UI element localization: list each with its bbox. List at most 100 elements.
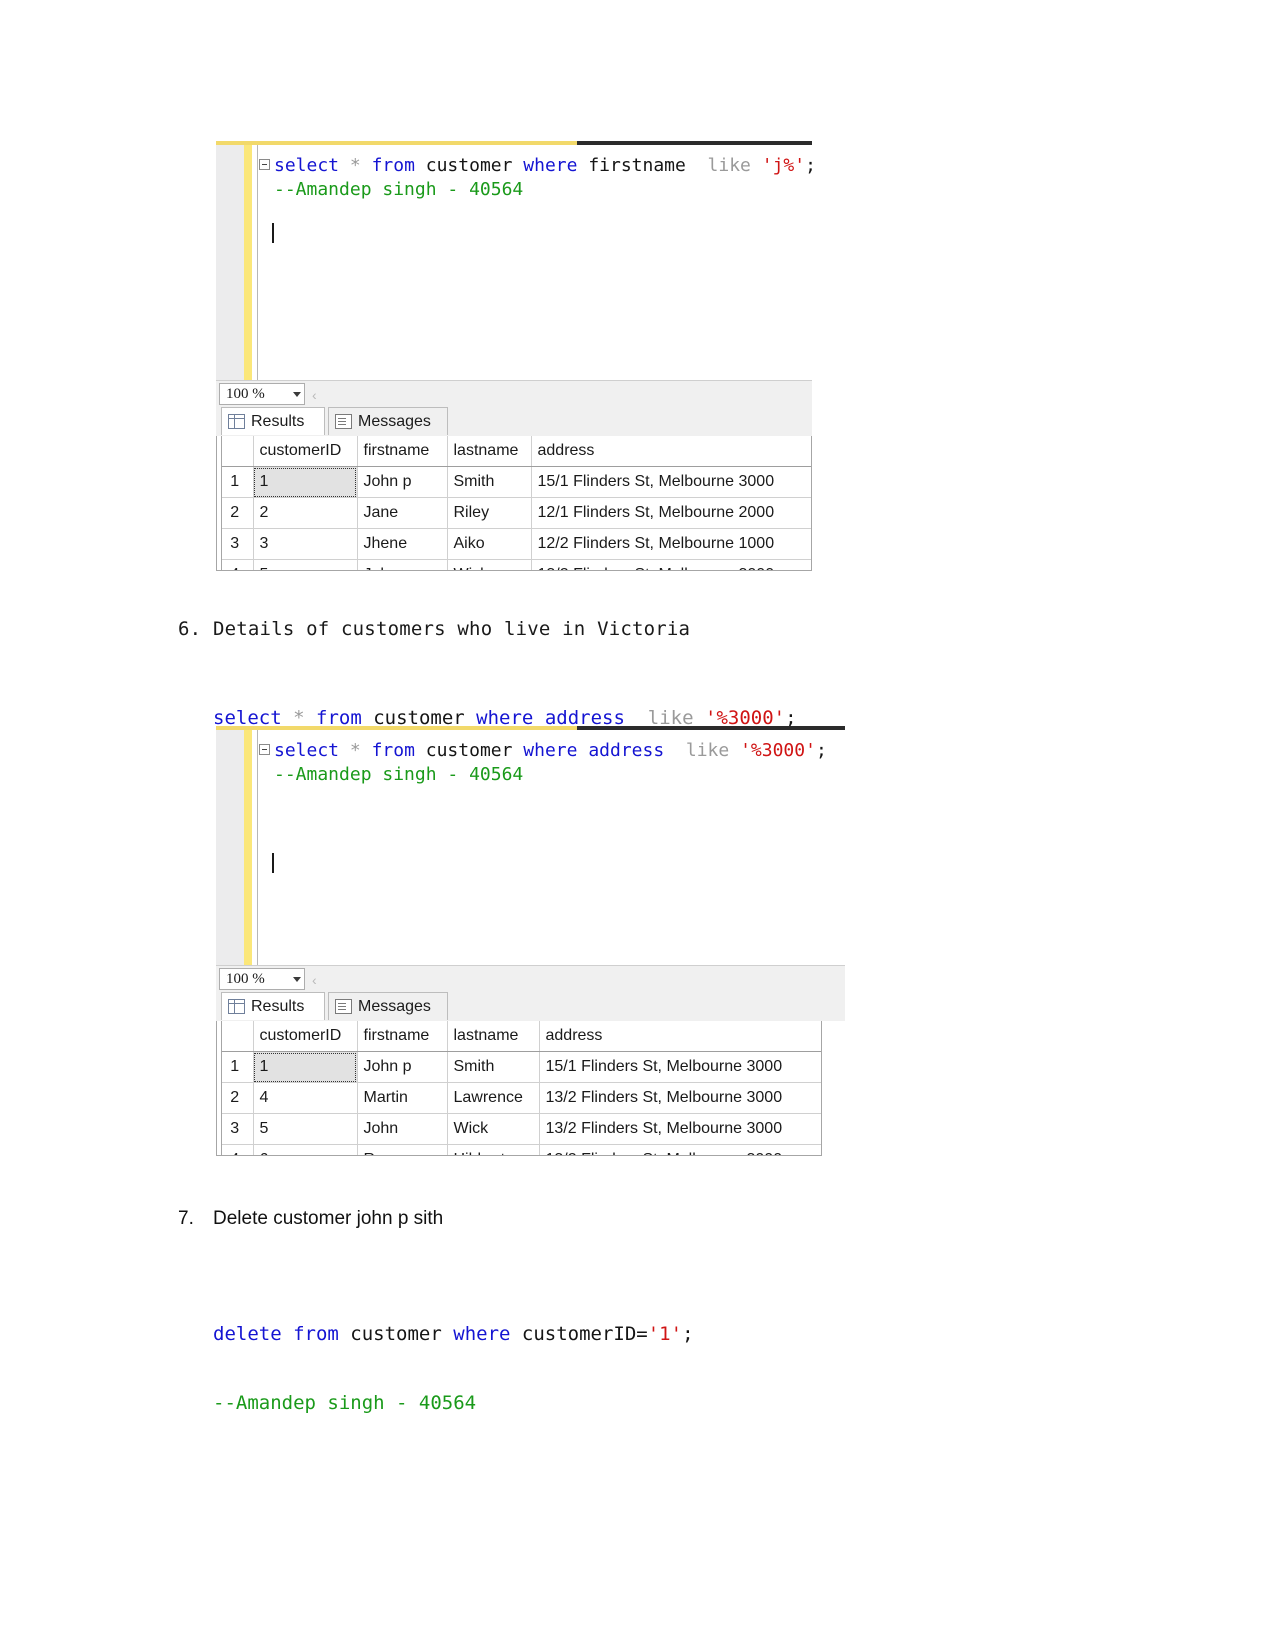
cell-firstname[interactable]: John xyxy=(357,1113,448,1145)
sql-token: where xyxy=(523,740,578,761)
tab-messages-label: Messages xyxy=(358,997,431,1015)
cell-lastname[interactable]: Smith xyxy=(447,466,532,498)
table-row[interactable]: 4 5 John Wick 13/2 Flinders St, Melbourn… xyxy=(217,559,811,570)
tab-messages[interactable]: Messages xyxy=(328,992,448,1020)
cell-firstname[interactable]: Martin xyxy=(357,1082,448,1114)
editor-query-line: select * from customer where address lik… xyxy=(274,740,827,762)
row-number: 3 xyxy=(217,1113,254,1145)
code-line-comment: --Amandep singh - 40564 xyxy=(213,1392,477,1414)
row-number: 3 xyxy=(217,528,254,560)
sql-token: firstname xyxy=(577,155,697,176)
sql-token: where xyxy=(523,155,578,176)
chevron-down-icon[interactable] xyxy=(293,391,301,397)
table-row[interactable]: 1 1 John p Smith 15/1 Flinders St, Melbo… xyxy=(217,466,811,498)
cell-firstname[interactable]: John xyxy=(357,559,448,570)
column-header-firstname[interactable]: firstname xyxy=(357,436,448,467)
cell-address[interactable]: 15/1 Flinders St, Melbourne 3000 xyxy=(539,1051,821,1083)
column-header-address[interactable]: address xyxy=(531,436,811,467)
column-header-rownum[interactable] xyxy=(217,436,254,467)
cell-address[interactable]: 12/1 Flinders St, Melbourne 2000 xyxy=(531,497,811,529)
chevron-down-icon[interactable] xyxy=(293,976,301,982)
zoom-level-value: 100 % xyxy=(226,970,265,987)
results-grid[interactable]: customerID firstname lastname address 1 … xyxy=(216,1021,822,1156)
cell-firstname[interactable]: John p xyxy=(357,466,448,498)
cell-lastname[interactable]: Wick xyxy=(447,559,532,570)
cell-address[interactable]: 13/2 Flinders St, Melbourne 3000 xyxy=(539,1113,821,1145)
column-header-customerid[interactable]: customerID xyxy=(253,436,358,467)
tab-results[interactable]: Results xyxy=(221,992,325,1020)
cell-customerid[interactable]: 6 xyxy=(253,1144,358,1155)
table-row[interactable]: 1 1 John p Smith 15/1 Flinders St, Melbo… xyxy=(217,1051,821,1083)
sql-token: ; xyxy=(805,155,812,176)
cell-lastname[interactable]: Aiko xyxy=(447,528,532,560)
cell-firstname[interactable]: John p xyxy=(357,1051,448,1083)
cell-firstname[interactable]: Roy xyxy=(357,1144,448,1155)
row-number: 4 xyxy=(217,1144,254,1155)
scroll-left-icon[interactable]: ‹ xyxy=(312,387,317,403)
column-header-firstname[interactable]: firstname xyxy=(357,1021,448,1052)
grid-left-rail xyxy=(217,1021,222,1155)
cell-customerid[interactable]: 5 xyxy=(253,559,358,570)
sql-token: '1' xyxy=(647,1323,683,1345)
table-row[interactable]: 2 2 Jane Riley 12/1 Flinders St, Melbour… xyxy=(217,497,811,529)
zoom-level-dropdown[interactable]: 100 % xyxy=(219,383,305,405)
cell-customerid[interactable]: 3 xyxy=(253,528,358,560)
cell-firstname[interactable]: Jane xyxy=(357,497,448,529)
sql-token: * xyxy=(349,155,361,176)
cell-address[interactable]: 15/1 Flinders St, Melbourne 3000 xyxy=(531,466,811,498)
code-fold-toggle-icon[interactable] xyxy=(259,159,270,170)
sql-token: * xyxy=(349,740,361,761)
table-row[interactable]: 3 3 Jhene Aiko 12/2 Flinders St, Melbour… xyxy=(217,528,811,560)
list-item-title-7: Delete customer john p sith xyxy=(213,1208,444,1229)
cell-customerid[interactable]: 1 xyxy=(253,466,358,498)
cell-lastname[interactable]: Smith xyxy=(447,1051,540,1083)
column-header-rownum[interactable] xyxy=(217,1021,254,1052)
row-number: 2 xyxy=(217,1082,254,1114)
editor-gutter xyxy=(216,730,244,965)
zoom-level-dropdown[interactable]: 100 % xyxy=(219,968,305,990)
sql-editor-pane[interactable]: select * from customer where firstname l… xyxy=(216,145,812,380)
column-header-customerid[interactable]: customerID xyxy=(253,1021,358,1052)
cell-firstname[interactable]: Jhene xyxy=(357,528,448,560)
grid-icon xyxy=(228,999,245,1014)
sql-token: select xyxy=(274,740,340,761)
cell-address[interactable]: 13/2 Flinders St, Melbourne 3000 xyxy=(539,1082,821,1114)
column-header-lastname[interactable]: lastname xyxy=(447,1021,540,1052)
grid-left-rail xyxy=(217,436,222,570)
column-header-lastname[interactable]: lastname xyxy=(447,436,532,467)
results-tabstrip: Results Messages xyxy=(216,406,812,436)
sql-token: like xyxy=(685,740,730,761)
results-tabstrip: Results Messages xyxy=(216,991,845,1021)
cell-customerid[interactable]: 5 xyxy=(253,1113,358,1145)
tab-results[interactable]: Results xyxy=(221,407,325,435)
column-header-address[interactable]: address xyxy=(539,1021,821,1052)
cell-lastname[interactable]: Wick xyxy=(447,1113,540,1145)
code-fold-toggle-icon[interactable] xyxy=(259,744,270,755)
cell-lastname[interactable]: Riley xyxy=(447,497,532,529)
editor-status-strip xyxy=(216,380,812,407)
cell-address[interactable]: 13/2 Flinders St, Melbourne 3000 xyxy=(539,1144,821,1155)
cell-address[interactable]: 13/2 Flinders St, Melbourne 3000 xyxy=(531,559,811,570)
cell-customerid[interactable]: 4 xyxy=(253,1082,358,1114)
table-header-row: customerID firstname lastname address xyxy=(217,436,811,467)
cell-address[interactable]: 12/2 Flinders St, Melbourne 1000 xyxy=(531,528,811,560)
table-row[interactable]: 3 5 John Wick 13/2 Flinders St, Melbourn… xyxy=(217,1113,821,1145)
cell-customerid[interactable]: 2 xyxy=(253,497,358,529)
cell-lastname[interactable]: Lawrence xyxy=(447,1082,540,1114)
table-row[interactable]: 2 4 Martin Lawrence 13/2 Flinders St, Me… xyxy=(217,1082,821,1114)
tab-messages[interactable]: Messages xyxy=(328,407,448,435)
cell-lastname[interactable]: Hibbert xyxy=(447,1144,540,1155)
sql-token: customer xyxy=(414,155,524,176)
table-row[interactable]: 4 6 Roy Hibbert 13/2 Flinders St, Melbou… xyxy=(217,1144,821,1155)
sql-token: ; xyxy=(682,1323,694,1345)
sql-token: customer xyxy=(338,1323,454,1345)
sql-token: from xyxy=(371,155,415,176)
sql-editor-pane[interactable]: select * from customer where address lik… xyxy=(216,730,845,965)
cell-customerid[interactable]: 1 xyxy=(253,1051,358,1083)
text-caret xyxy=(272,223,274,243)
scroll-left-icon[interactable]: ‹ xyxy=(312,972,317,988)
editor-change-bar xyxy=(244,145,252,380)
results-grid[interactable]: customerID firstname lastname address 1 … xyxy=(216,436,812,571)
